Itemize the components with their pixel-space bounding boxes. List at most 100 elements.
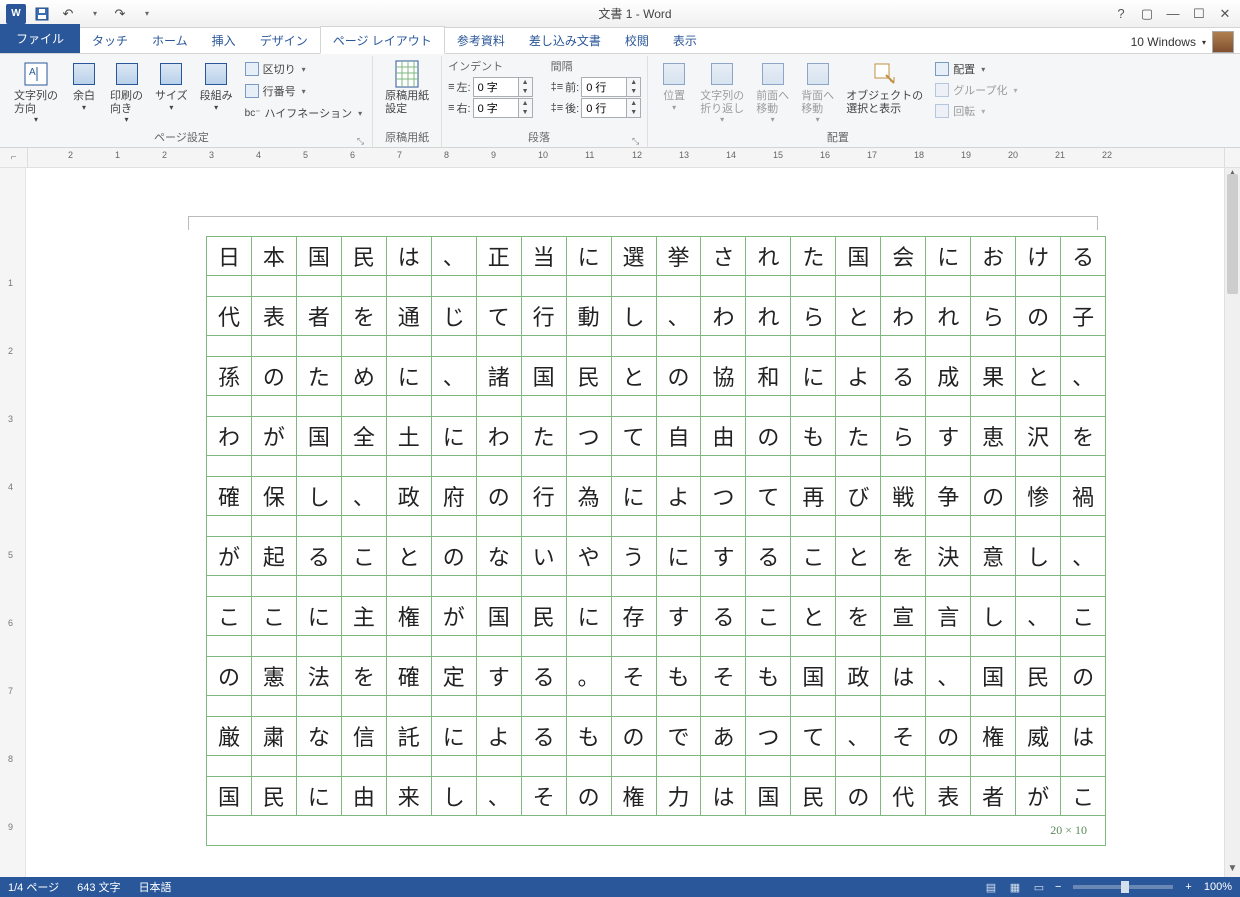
user-account[interactable]: 10 Windows▾ bbox=[1131, 31, 1240, 53]
status-word-count[interactable]: 643 文字 bbox=[77, 879, 120, 895]
margins-button[interactable]: 余白▾ bbox=[64, 58, 104, 114]
ruler-tick: 17 bbox=[867, 150, 877, 160]
hyphenation-button[interactable]: bc⁻ハイフネーション bbox=[243, 104, 364, 122]
grid-cell: 恵 bbox=[970, 416, 1015, 456]
indent-left-input[interactable]: ▲▼ bbox=[473, 77, 533, 97]
ruler-tick: 6 bbox=[350, 150, 355, 160]
maximize-icon[interactable]: ☐ bbox=[1190, 6, 1208, 22]
vruler-tick: 7 bbox=[8, 686, 13, 696]
grid-cell: 民 bbox=[1015, 656, 1060, 696]
close-icon[interactable]: ✕ bbox=[1216, 6, 1234, 22]
view-web-icon[interactable]: ▭ bbox=[1029, 879, 1049, 895]
grid-cell: す bbox=[656, 596, 701, 636]
ruler-corner[interactable]: ⌐ bbox=[0, 148, 28, 167]
grid-cell: に bbox=[296, 596, 341, 636]
tab-design[interactable]: デザイン bbox=[248, 27, 320, 53]
space-before-input[interactable]: ▲▼ bbox=[581, 77, 641, 97]
undo-dropdown[interactable] bbox=[82, 2, 106, 26]
grid-cell: 意 bbox=[970, 536, 1015, 576]
grid-cell: 全 bbox=[341, 416, 386, 456]
help-icon[interactable]: ? bbox=[1112, 6, 1130, 21]
zoom-slider[interactable] bbox=[1073, 885, 1173, 889]
tab-review[interactable]: 校閲 bbox=[613, 27, 661, 53]
ribbon-options-icon[interactable]: ▢ bbox=[1138, 6, 1156, 22]
grid-cell: こ bbox=[341, 536, 386, 576]
tab-file[interactable]: ファイル bbox=[0, 24, 80, 53]
line-numbers-button[interactable]: 行番号 bbox=[243, 82, 364, 100]
tab-references[interactable]: 参考資料 bbox=[445, 27, 517, 53]
paragraph-launcher[interactable]: ⤡ bbox=[630, 136, 641, 147]
grid-cell: る bbox=[521, 656, 566, 696]
ruler-tick: 20 bbox=[1008, 150, 1018, 160]
selection-pane-button[interactable]: オブジェクトの 選択と表示 bbox=[840, 58, 929, 117]
breaks-button[interactable]: 区切り bbox=[243, 60, 364, 78]
grid-spacer bbox=[206, 756, 1106, 776]
vruler-tick: 6 bbox=[8, 618, 13, 628]
align-button[interactable]: 配置 bbox=[933, 60, 1019, 78]
space-before-icon: ‡≡ bbox=[551, 81, 564, 93]
grid-cell: 宣 bbox=[880, 596, 925, 636]
grid-cell: 法 bbox=[296, 656, 341, 696]
grid-cell: 。 bbox=[566, 656, 611, 696]
grid-cell: う bbox=[611, 536, 656, 576]
zoom-in-icon[interactable]: + bbox=[1181, 881, 1195, 893]
tab-insert[interactable]: 挿入 bbox=[200, 27, 248, 53]
group-arrange: 位置▾ 文字列の 折り返し▾ 前面へ 移動▾ 背面へ 移動▾ オブジェクトの 選… bbox=[648, 56, 1027, 147]
zoom-level[interactable]: 100% bbox=[1204, 881, 1232, 893]
qat-customize[interactable] bbox=[134, 2, 158, 26]
tab-touch[interactable]: タッチ bbox=[80, 27, 140, 53]
grid-cell: の bbox=[566, 776, 611, 816]
status-bar: 1/4 ページ 643 文字 日本語 ▤ ▦ ▭ − + 100% bbox=[0, 877, 1240, 897]
grid-cell: 憲 bbox=[251, 656, 296, 696]
ruler-tick: 1 bbox=[115, 150, 120, 160]
view-print-icon[interactable]: ▦ bbox=[1005, 879, 1025, 895]
vertical-ruler[interactable]: 123456789 bbox=[0, 168, 26, 877]
grid-cell: に bbox=[431, 716, 476, 756]
space-after-input[interactable]: ▲▼ bbox=[581, 98, 641, 118]
grid-cell: つ bbox=[566, 416, 611, 456]
orientation-button[interactable]: 印刷の 向き▾ bbox=[104, 58, 149, 126]
grid-cell: て bbox=[790, 716, 835, 756]
save-icon[interactable] bbox=[30, 2, 54, 26]
word-app-icon[interactable]: W bbox=[4, 2, 28, 26]
user-name: 10 Windows bbox=[1131, 35, 1196, 49]
status-page[interactable]: 1/4 ページ bbox=[8, 879, 59, 895]
tab-home[interactable]: ホーム bbox=[140, 27, 200, 53]
redo-icon[interactable]: ↷ bbox=[108, 2, 132, 26]
grid-cell: に bbox=[611, 476, 656, 516]
document-canvas[interactable]: 日本国民は、正当に選挙された国会における代表者を通じて行動し、われらとわれらの子… bbox=[26, 168, 1224, 877]
page-setup-launcher[interactable]: ⤡ bbox=[355, 136, 366, 147]
document-area: 123456789 日本国民は、正当に選挙された国会における代表者を通じて行動し… bbox=[0, 168, 1240, 877]
genkou-settings-button[interactable]: 原稿用紙 設定 bbox=[379, 58, 435, 117]
zoom-out-icon[interactable]: − bbox=[1051, 881, 1065, 893]
vertical-scrollbar[interactable]: ▲ ▼ bbox=[1224, 168, 1240, 877]
grid-cell: れ bbox=[925, 296, 970, 336]
grid-cell: と bbox=[790, 596, 835, 636]
grid-cell: 府 bbox=[431, 476, 476, 516]
grid-cell: 保 bbox=[251, 476, 296, 516]
tab-page-layout[interactable]: ページ レイアウト bbox=[320, 26, 445, 54]
columns-button[interactable]: 段組み▾ bbox=[194, 58, 239, 114]
grid-cell: の bbox=[970, 476, 1015, 516]
grid-cell: た bbox=[296, 356, 341, 396]
ruler-tick: 22 bbox=[1102, 150, 1112, 160]
tab-view[interactable]: 表示 bbox=[661, 27, 709, 53]
status-language[interactable]: 日本語 bbox=[139, 879, 172, 895]
tab-mailings[interactable]: 差し込み文書 bbox=[517, 27, 613, 53]
grid-cell: 起 bbox=[251, 536, 296, 576]
horizontal-ruler[interactable]: 212345678910111213141516171819202122 bbox=[28, 148, 1224, 167]
scroll-thumb[interactable] bbox=[1227, 174, 1238, 294]
indent-right-input[interactable]: ▲▼ bbox=[473, 98, 533, 118]
position-button: 位置▾ bbox=[654, 58, 694, 114]
scroll-down-icon[interactable]: ▼ bbox=[1225, 863, 1240, 877]
grid-cell: 政 bbox=[835, 656, 880, 696]
minimize-icon[interactable]: — bbox=[1164, 6, 1182, 21]
grid-row: の憲法を確定する。そもそも国政は、国民の bbox=[206, 656, 1106, 696]
grid-row: 代表者を通じて行動し、われらとわれらの子 bbox=[206, 296, 1106, 336]
undo-icon[interactable]: ↶ bbox=[56, 2, 80, 26]
text-direction-button[interactable]: A文字列の 方向▾ bbox=[8, 58, 64, 126]
view-read-icon[interactable]: ▤ bbox=[981, 879, 1001, 895]
size-button[interactable]: サイズ▾ bbox=[149, 58, 194, 114]
grid-cell: あ bbox=[700, 716, 745, 756]
grid-cell: 成 bbox=[925, 356, 970, 396]
